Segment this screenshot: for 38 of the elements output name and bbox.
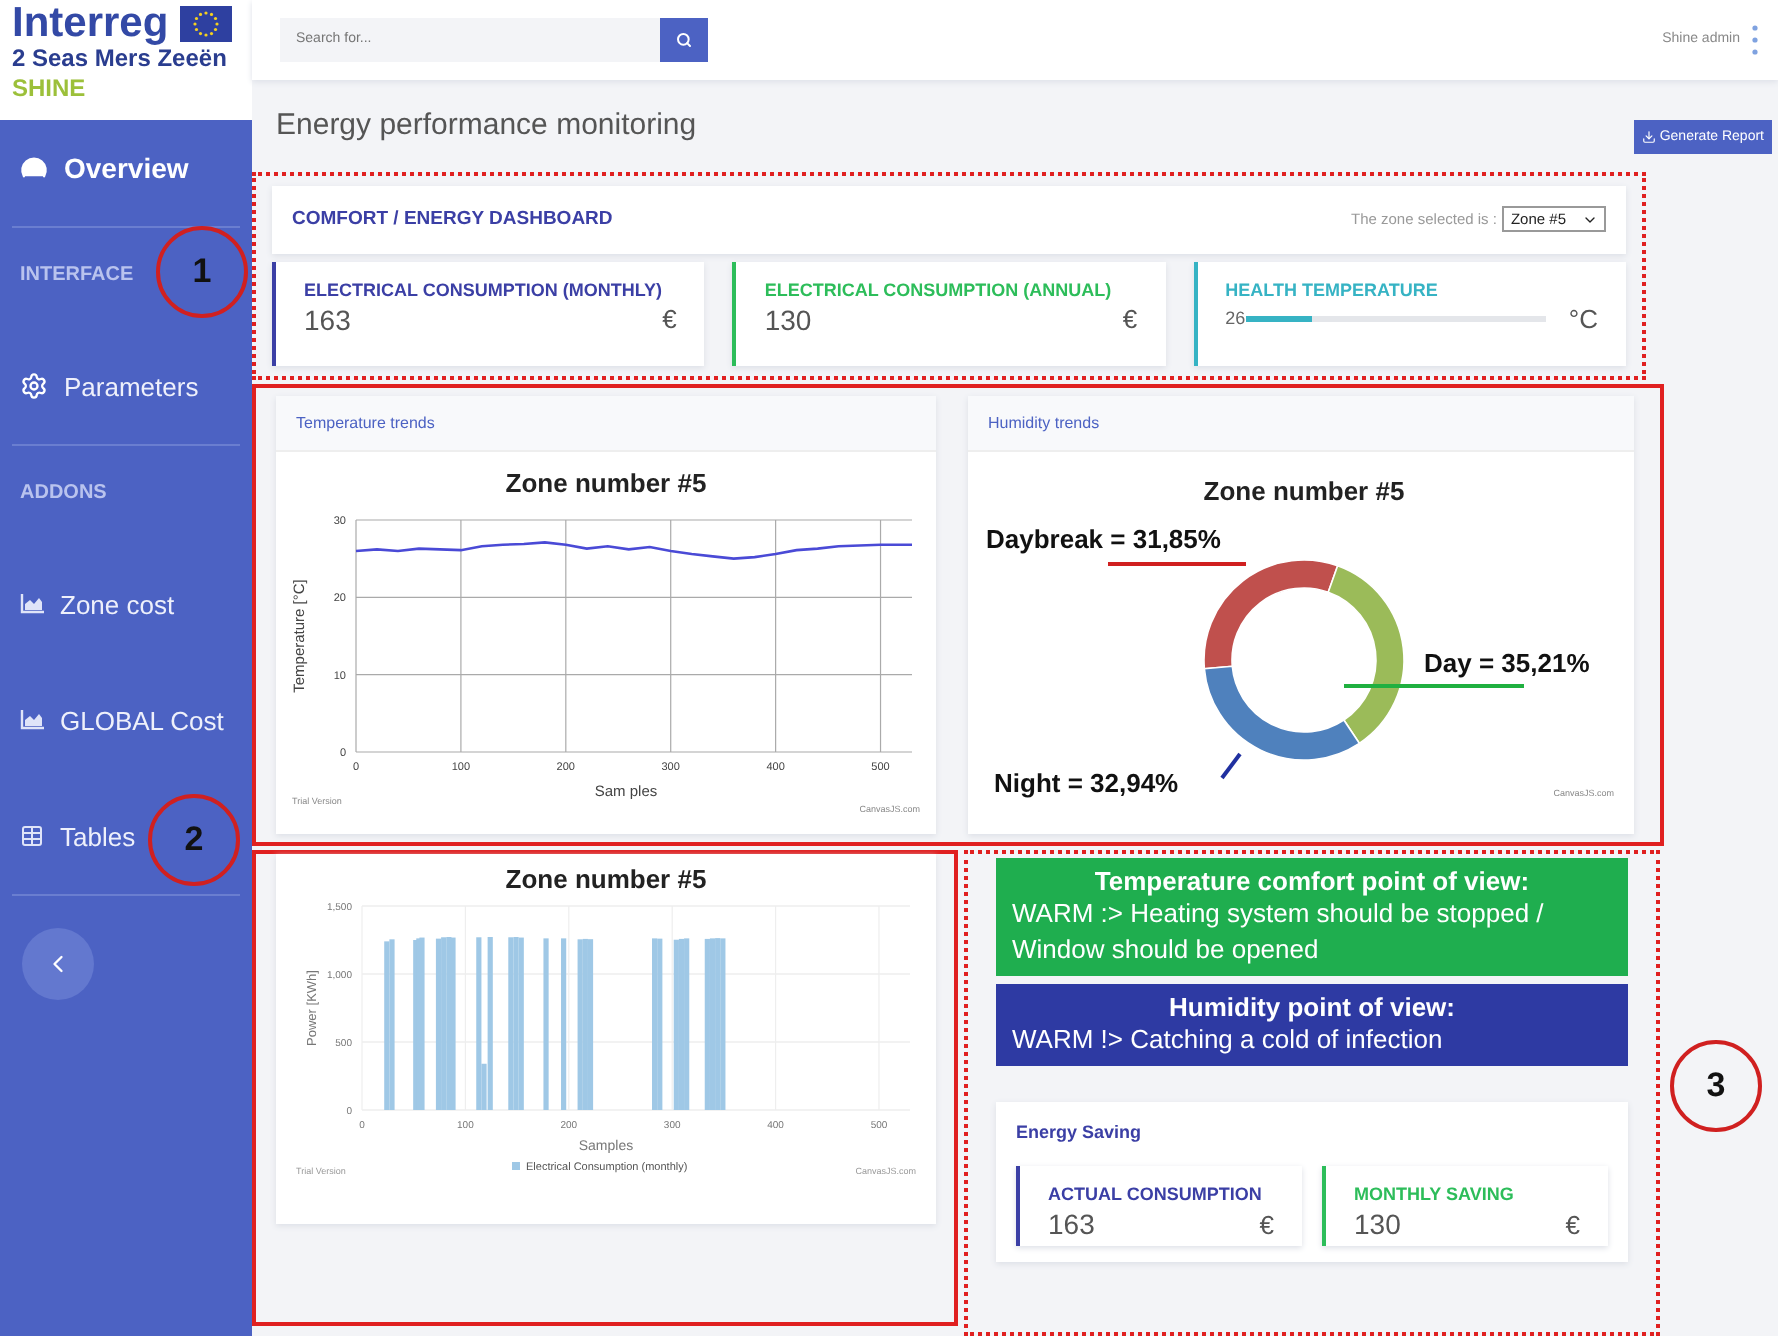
stat-label: ELECTRICAL CONSUMPTION (ANNUAL)	[764, 279, 1114, 300]
card-title: Energy Saving	[1016, 1122, 1144, 1142]
stat-unit: €	[1259, 1209, 1274, 1239]
data-label: Night = 32,94%	[994, 767, 1179, 798]
stat-unit: €	[662, 304, 677, 335]
advice-text: WARM :> Heating system should be stopped / Window should be opened	[1012, 896, 1546, 968]
stat-value: 130	[764, 303, 812, 336]
callout-marker: 2	[148, 794, 240, 886]
stat-unit: °C	[1568, 303, 1598, 334]
callout-marker: 3	[1670, 1040, 1762, 1132]
advice-title: Temperature comfort point of view:	[1094, 866, 1530, 896]
stat-label: ACTUAL CONSUMPTION	[1048, 1184, 1264, 1204]
stat-unit: €	[1122, 304, 1138, 335]
stat-unit: €	[1565, 1209, 1580, 1239]
stat-value: 26	[1225, 308, 1246, 329]
stat-label: HEALTH TEMPERATURE	[1225, 279, 1440, 300]
stat-value: 130	[1354, 1208, 1401, 1240]
advice-text: WARM !> Catching a cold of infection	[1012, 1022, 1445, 1058]
advice-title: Humidity point of view:	[1169, 992, 1455, 1022]
stat-value: 163	[1048, 1208, 1095, 1240]
dashboard-title: COMFORT / ENERGY DASHBOARD	[292, 208, 613, 231]
program-name: 2 Seas Mers Zeeën	[12, 44, 229, 74]
card-title: Temperature trends	[276, 395, 936, 452]
stat-label: MONTHLY SAVING	[1354, 1184, 1516, 1204]
stat-value: 163	[304, 303, 351, 336]
callout-marker: 1	[156, 226, 248, 318]
project-name: SHINE	[12, 74, 88, 102]
sidebar-section-label: INTERFACE	[20, 264, 134, 290]
data-label: Day = 35,21%	[1424, 647, 1590, 678]
chart-title: Zone number #5	[505, 467, 707, 498]
data-label: Daybreak = 31,85%	[986, 523, 1221, 554]
chart-title: Zone number #5	[505, 864, 707, 894]
page-title: Energy performance monitoring	[276, 108, 697, 143]
chart-title: Zone number #5	[1203, 475, 1405, 506]
card-title: Humidity trends	[968, 395, 1634, 452]
stat-label: ELECTRICAL CONSUMPTION (MONTHLY)	[304, 279, 664, 300]
sidebar-section-label: ADDONS	[20, 482, 107, 508]
brand-name: Interreg	[12, 4, 169, 44]
